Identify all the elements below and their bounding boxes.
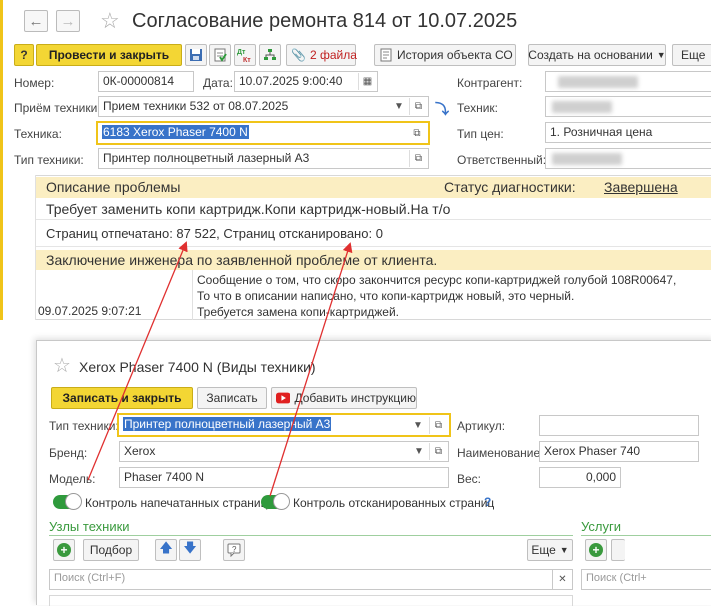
arrow-printed [87, 241, 188, 481]
annotation-arrows [87, 241, 353, 497]
arrow-scanned [269, 242, 353, 497]
